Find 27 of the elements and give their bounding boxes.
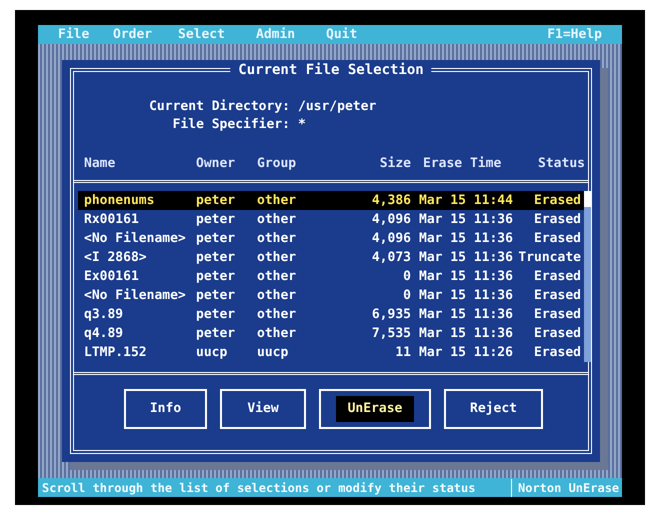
program-name: Norton UnErase [517, 480, 620, 496]
file-row[interactable]: <I 2868> peter other 4,073 Mar 15 11:36 Truncate [78, 248, 584, 267]
column-header: Owner [196, 155, 236, 172]
file-row[interactable]: Rx00161 peter other 4,096 Mar 15 11:36 Erased [78, 210, 584, 229]
dialog-button[interactable]: Reject [444, 389, 543, 429]
file-row[interactable]: Ex00161 peter other 0 Mar 15 11:36 Erased [78, 267, 584, 286]
file-row[interactable]: q3.89 peter other 6,935 Mar 15 11:36 Erased [78, 305, 584, 324]
field-label: File Specifier: [172, 116, 290, 134]
dialog-button[interactable]: View [220, 389, 306, 429]
column-header: Size [378, 155, 411, 172]
column-header: Name [84, 155, 116, 172]
status-message: Scroll through the list of selections or modify their status [38, 478, 512, 496]
file-row[interactable]: <No Filename> peter other 4,096 Mar 15 11:36 Erased [78, 229, 584, 248]
field-value: /usr/peter [297, 98, 376, 116]
column-header: Status [537, 155, 585, 172]
dialog-button[interactable]: UnErase [319, 389, 431, 429]
column-header: Group [257, 155, 298, 172]
column-header: Erase Time [422, 155, 502, 172]
file-row[interactable]: LTMP.152 uucp uucp 11 Mar 15 11:26 Erased [78, 343, 584, 362]
file-row[interactable]: <No Filename> peter other 0 Mar 15 11:36 Erased [78, 286, 584, 305]
field-label: Current Directory: [148, 98, 290, 116]
field-value: * [297, 116, 306, 134]
scrollbar[interactable] [584, 191, 591, 362]
dialog-button[interactable]: Info [124, 389, 207, 429]
scroll-thumb[interactable] [584, 191, 591, 207]
file-row[interactable]: q4.89 peter other 7,535 Mar 15 11:36 Erased [78, 324, 584, 343]
file-row[interactable]: phonenums peter other 4,386 Mar 15 11:44 Erased [78, 191, 584, 210]
